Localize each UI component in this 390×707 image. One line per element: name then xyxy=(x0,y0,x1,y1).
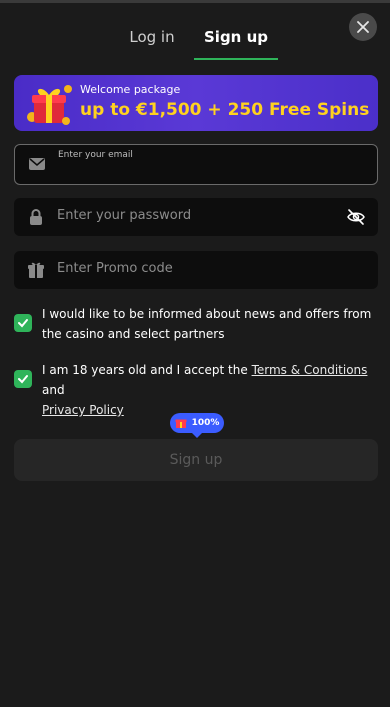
age-consent: I am 18 years old and I accept the Terms… xyxy=(14,360,374,420)
tab-login[interactable]: Log in xyxy=(110,14,194,60)
privacy-link[interactable]: Privacy Policy xyxy=(42,403,124,417)
promo-code-field[interactable]: Enter Promo code xyxy=(14,251,378,289)
email-placeholder: Enter your email xyxy=(58,150,133,160)
close-icon xyxy=(357,21,369,33)
news-consent: I would like to be informed about news a… xyxy=(14,304,374,344)
gift-box-icon xyxy=(27,85,72,125)
welcome-banner[interactable]: Welcome package up to €1,500 + 250 Free … xyxy=(14,75,378,131)
gift-icon xyxy=(28,262,44,278)
age-consent-checkbox[interactable] xyxy=(14,370,32,388)
banner-title: up to €1,500 + 250 Free Spins xyxy=(80,100,370,120)
checkmark-icon xyxy=(18,375,28,384)
age-consent-label: I am 18 years old and I accept the Terms… xyxy=(42,360,374,420)
close-button[interactable] xyxy=(349,13,377,41)
password-field[interactable]: Enter your password xyxy=(14,198,378,236)
promo-placeholder: Enter Promo code xyxy=(57,261,173,276)
bonus-progress-badge: 100% xyxy=(170,413,224,438)
signup-submit-button[interactable]: Sign up xyxy=(14,439,378,481)
lock-icon xyxy=(30,209,42,225)
email-field[interactable]: Enter your email xyxy=(14,144,378,185)
gift-icon xyxy=(175,419,187,428)
news-consent-checkbox[interactable] xyxy=(14,314,32,332)
top-divider xyxy=(0,0,390,3)
password-placeholder: Enter your password xyxy=(57,208,192,223)
auth-tabs: Log in Sign up xyxy=(110,14,278,60)
eye-off-icon[interactable] xyxy=(346,207,366,227)
terms-link[interactable]: Terms & Conditions xyxy=(252,363,368,377)
progress-value: 100% xyxy=(191,418,220,428)
banner-subtitle: Welcome package xyxy=(80,83,181,96)
news-consent-label: I would like to be informed about news a… xyxy=(42,307,372,341)
tab-signup[interactable]: Sign up xyxy=(194,14,278,60)
checkmark-icon xyxy=(18,319,28,328)
envelope-icon xyxy=(29,158,45,170)
age-consent-prefix: I am 18 years old and I accept the xyxy=(42,363,252,377)
age-consent-middle: and xyxy=(42,383,65,397)
